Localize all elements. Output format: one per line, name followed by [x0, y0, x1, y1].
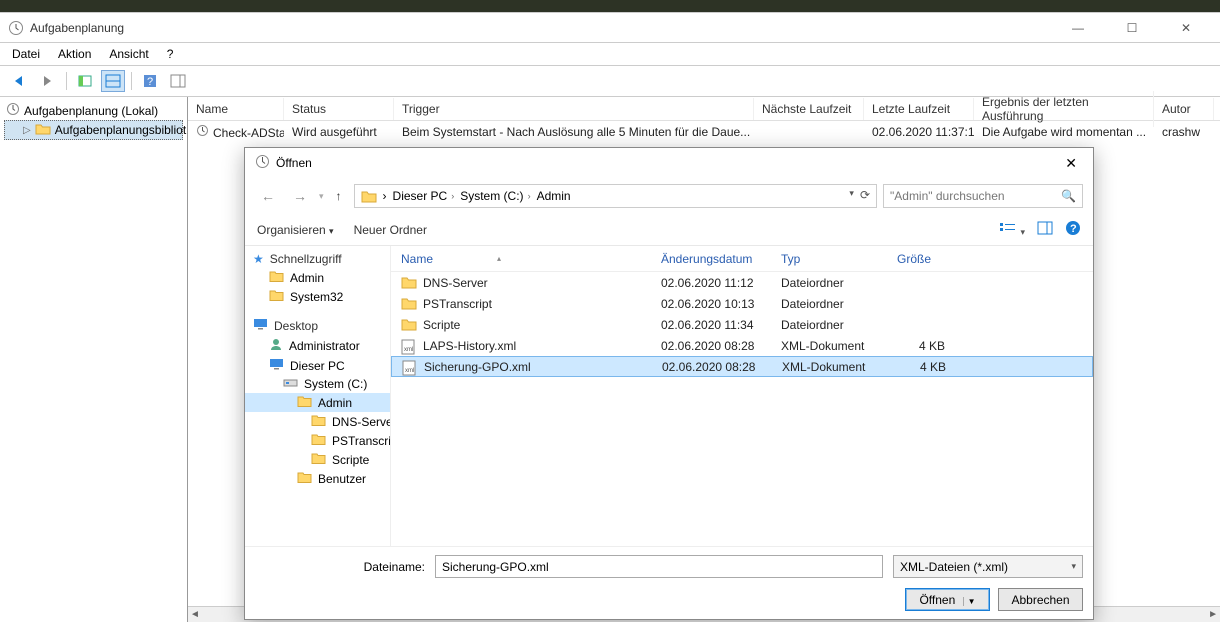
help-button[interactable]: ?	[138, 70, 162, 92]
chevron-down-icon: ▾	[1071, 561, 1076, 572]
file-list-header: Name ▴ Änderungsdatum Typ Größe	[391, 246, 1093, 272]
back-button[interactable]	[8, 70, 32, 92]
view-menu-icon[interactable]: ▾	[999, 221, 1025, 238]
nav-item-dns-server[interactable]: DNS-Server	[245, 412, 390, 431]
menu-file[interactable]: Datei	[12, 47, 40, 61]
task-row[interactable]: Check-ADStart Wird ausgeführt Beim Syste…	[188, 121, 1220, 143]
task-grid-header: Name Status Trigger Nächste Laufzeit Let…	[188, 97, 1220, 121]
path-breadcrumb[interactable]: › Dieser PC› System (C:)› Admin ▾⟳	[354, 184, 877, 208]
nav-back-button[interactable]: ←	[255, 188, 281, 204]
star-icon: ★	[253, 252, 264, 266]
menu-view[interactable]: Ansicht	[109, 47, 148, 61]
nav-item-benutzer[interactable]: Benutzer	[245, 469, 390, 488]
forward-button[interactable]	[36, 70, 60, 92]
nav-tree[interactable]: ★Schnellzugriff Admin System32 Desktop A…	[245, 246, 391, 546]
svg-text:xml: xml	[405, 368, 414, 374]
clock-icon	[255, 154, 270, 172]
action-pane-button[interactable]	[166, 70, 190, 92]
nav-item-administrator[interactable]: Administrator	[245, 335, 390, 356]
clock-icon	[6, 102, 20, 119]
pc-icon	[269, 358, 284, 373]
folder-icon	[269, 270, 284, 285]
maximize-button[interactable]: ☐	[1114, 18, 1150, 38]
file-row[interactable]: xmlLAPS-History.xml02.06.2020 08:28XML-D…	[391, 335, 1093, 356]
preview-pane-icon[interactable]	[1037, 221, 1053, 238]
sort-asc-icon: ▴	[497, 254, 501, 263]
folder-icon	[311, 414, 326, 429]
user-icon	[269, 337, 283, 354]
open-dialog: Öffnen ✕ ← → ▾ ↑ › Dieser PC› System (C:…	[244, 147, 1094, 620]
nav-item-scripte[interactable]: Scripte	[245, 450, 390, 469]
desktop-icon	[253, 318, 268, 333]
svg-text:?: ?	[147, 76, 153, 88]
chevron-down-icon[interactable]: ▾	[849, 188, 854, 202]
clock-icon	[8, 20, 24, 36]
clock-icon	[196, 126, 209, 140]
chevron-down-icon: ▾	[329, 226, 334, 236]
folder-icon	[401, 318, 417, 332]
nav-item-admin[interactable]: Admin	[245, 268, 390, 287]
open-button[interactable]: Öffnen ▼	[905, 588, 990, 611]
file-row[interactable]: DNS-Server02.06.2020 11:12Dateiordner	[391, 272, 1093, 293]
file-row[interactable]: PSTranscript02.06.2020 10:13Dateiordner	[391, 293, 1093, 314]
organize-menu[interactable]: Organisieren ▾	[257, 223, 334, 237]
nav-up-button[interactable]: ↑	[330, 189, 348, 203]
scope-button[interactable]	[73, 70, 97, 92]
nav-desktop[interactable]: Desktop	[245, 316, 390, 335]
file-row[interactable]: xmlSicherung-GPO.xml02.06.2020 08:28XML-…	[391, 356, 1093, 377]
folder-icon	[401, 276, 417, 290]
folder-icon	[35, 122, 51, 138]
nav-item-system-c[interactable]: System (C:)	[245, 375, 390, 393]
dialog-title: Öffnen	[276, 156, 1059, 170]
details-pane-button[interactable]	[101, 70, 125, 92]
minimize-button[interactable]: —	[1060, 18, 1096, 38]
drive-icon	[283, 377, 298, 391]
folder-icon	[269, 289, 284, 304]
help-icon[interactable]: ?	[1065, 220, 1081, 239]
search-input[interactable]: "Admin" durchsuchen 🔍	[883, 184, 1083, 208]
tree-library[interactable]: ▷ Aufgabenplanungsbibliot	[4, 120, 183, 140]
file-row[interactable]: Scripte02.06.2020 11:34Dateiordner	[391, 314, 1093, 335]
menu-action[interactable]: Aktion	[58, 47, 91, 61]
filename-label: Dateiname:	[255, 560, 425, 574]
new-folder-button[interactable]: Neuer Ordner	[354, 223, 427, 237]
nav-forward-button[interactable]: →	[287, 188, 313, 204]
folder-icon	[297, 471, 312, 486]
folder-icon	[401, 297, 417, 311]
dialog-close-button[interactable]: ✕	[1059, 155, 1083, 172]
nav-item-pstranscript[interactable]: PSTranscript	[245, 431, 390, 450]
menu-help[interactable]: ?	[167, 47, 174, 61]
xml-file-icon: xml	[401, 339, 417, 353]
folder-icon	[311, 452, 326, 467]
nav-item-system32[interactable]: System32	[245, 287, 390, 306]
xml-file-icon: xml	[402, 360, 418, 374]
refresh-icon[interactable]: ⟳	[860, 188, 870, 202]
filter-select[interactable]: XML-Dateien (*.xml)▾	[893, 555, 1083, 578]
close-button[interactable]: ✕	[1168, 18, 1204, 38]
nav-item-admin-folder[interactable]: Admin	[245, 393, 390, 412]
nav-quick-access[interactable]: ★Schnellzugriff	[245, 250, 390, 268]
tree-root[interactable]: Aufgabenplanung (Lokal)	[4, 101, 183, 120]
search-icon: 🔍	[1061, 189, 1076, 203]
nav-item-this-pc[interactable]: Dieser PC	[245, 356, 390, 375]
window-title: Aufgabenplanung	[30, 21, 1060, 35]
svg-text:?: ?	[1070, 223, 1077, 235]
folder-icon	[297, 395, 312, 410]
folder-icon	[311, 433, 326, 448]
svg-text:xml: xml	[404, 347, 413, 353]
cancel-button[interactable]: Abbrechen	[998, 588, 1083, 611]
chevron-right-icon[interactable]: ▷	[23, 125, 31, 136]
folder-icon	[361, 189, 377, 203]
filename-input[interactable]	[435, 555, 883, 578]
